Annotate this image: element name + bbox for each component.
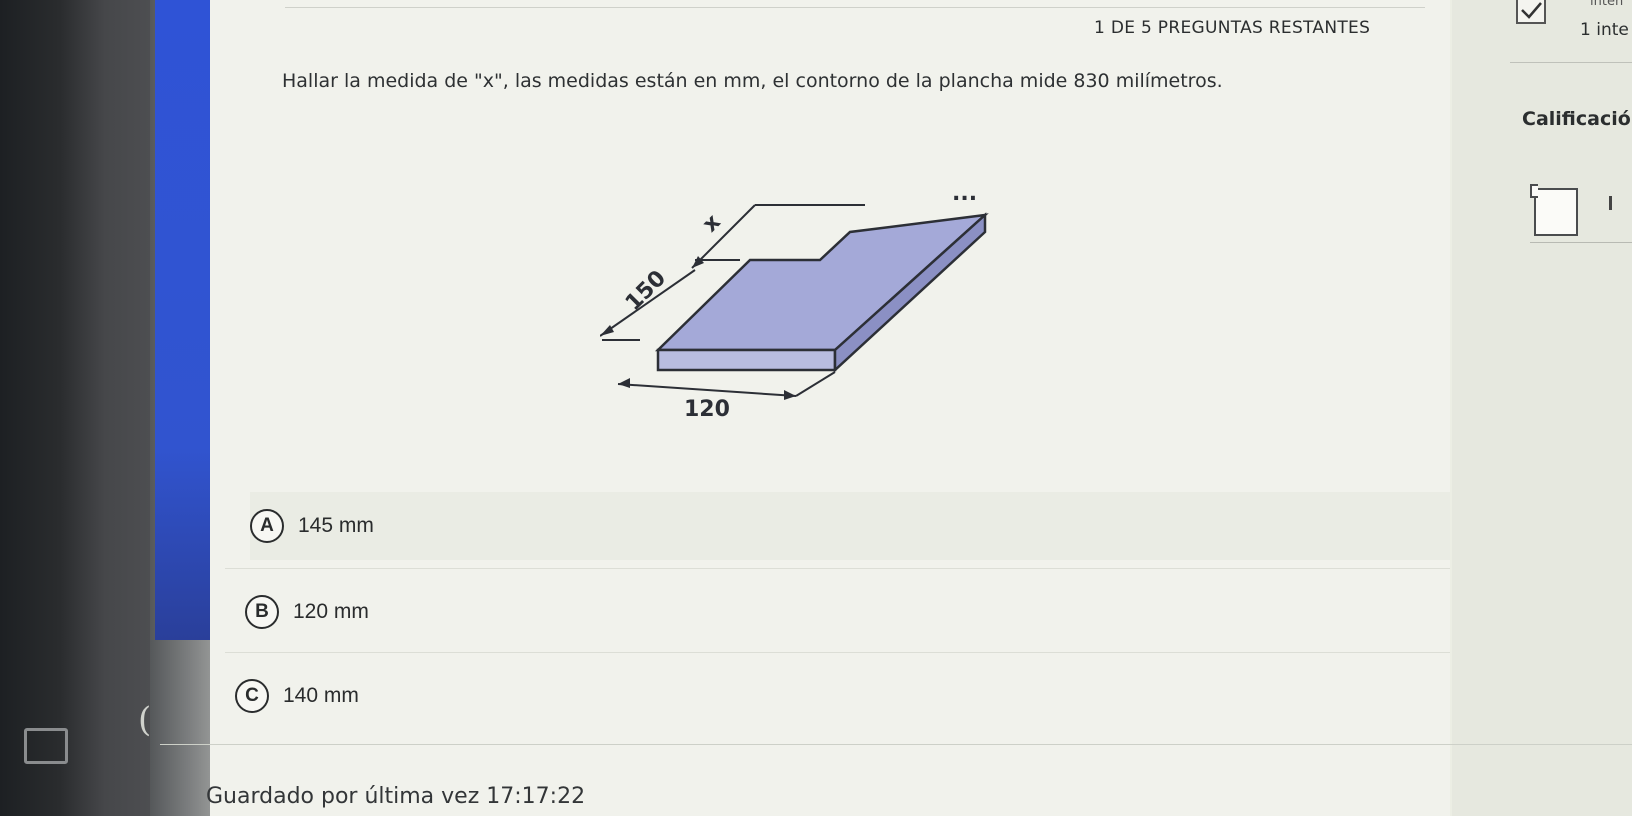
plate-front-face xyxy=(656,348,837,372)
divider xyxy=(160,744,1632,745)
grade-box xyxy=(1530,184,1578,236)
divider xyxy=(1530,242,1632,243)
question-text: Hallar la medida de "x", las medidas est… xyxy=(282,70,1223,92)
option-text: 140 mm xyxy=(283,684,359,707)
divider xyxy=(1510,62,1632,63)
plate-top-face xyxy=(654,213,989,352)
mail-icon xyxy=(24,728,68,764)
option-c[interactable]: C 140 mm xyxy=(235,662,1450,730)
screen-bezel xyxy=(0,0,150,816)
option-letter: C xyxy=(235,679,269,713)
option-b[interactable]: B 120 mm xyxy=(245,578,1450,646)
attempts-partial: inten xyxy=(1590,0,1624,9)
option-letter: B xyxy=(245,595,279,629)
label-120: 120 xyxy=(684,397,730,422)
bezel-glyph: ( xyxy=(138,700,152,740)
label-150: 150 xyxy=(621,266,671,316)
option-text: 120 mm xyxy=(293,600,369,623)
last-saved-status: Guardado por última vez 17:17:22 xyxy=(206,784,586,809)
remaining-questions: 1 DE 5 PREGUNTAS RESTANTES xyxy=(1094,18,1371,38)
divider xyxy=(285,7,1425,8)
plate-diagram: x 150 120 ... xyxy=(599,160,1060,450)
option-a[interactable]: A 145 mm xyxy=(250,492,1450,560)
check-icon xyxy=(1516,0,1546,24)
grade-label: Calificació xyxy=(1522,108,1631,130)
divider xyxy=(225,568,1450,569)
divider xyxy=(225,652,1450,653)
option-letter: A xyxy=(250,509,284,543)
flag-icon xyxy=(1609,196,1612,210)
more-menu-icon: ... xyxy=(952,181,977,206)
option-text: 145 mm xyxy=(298,514,374,537)
attempts-count: 1 inte xyxy=(1580,20,1629,40)
label-x: x xyxy=(698,210,726,238)
